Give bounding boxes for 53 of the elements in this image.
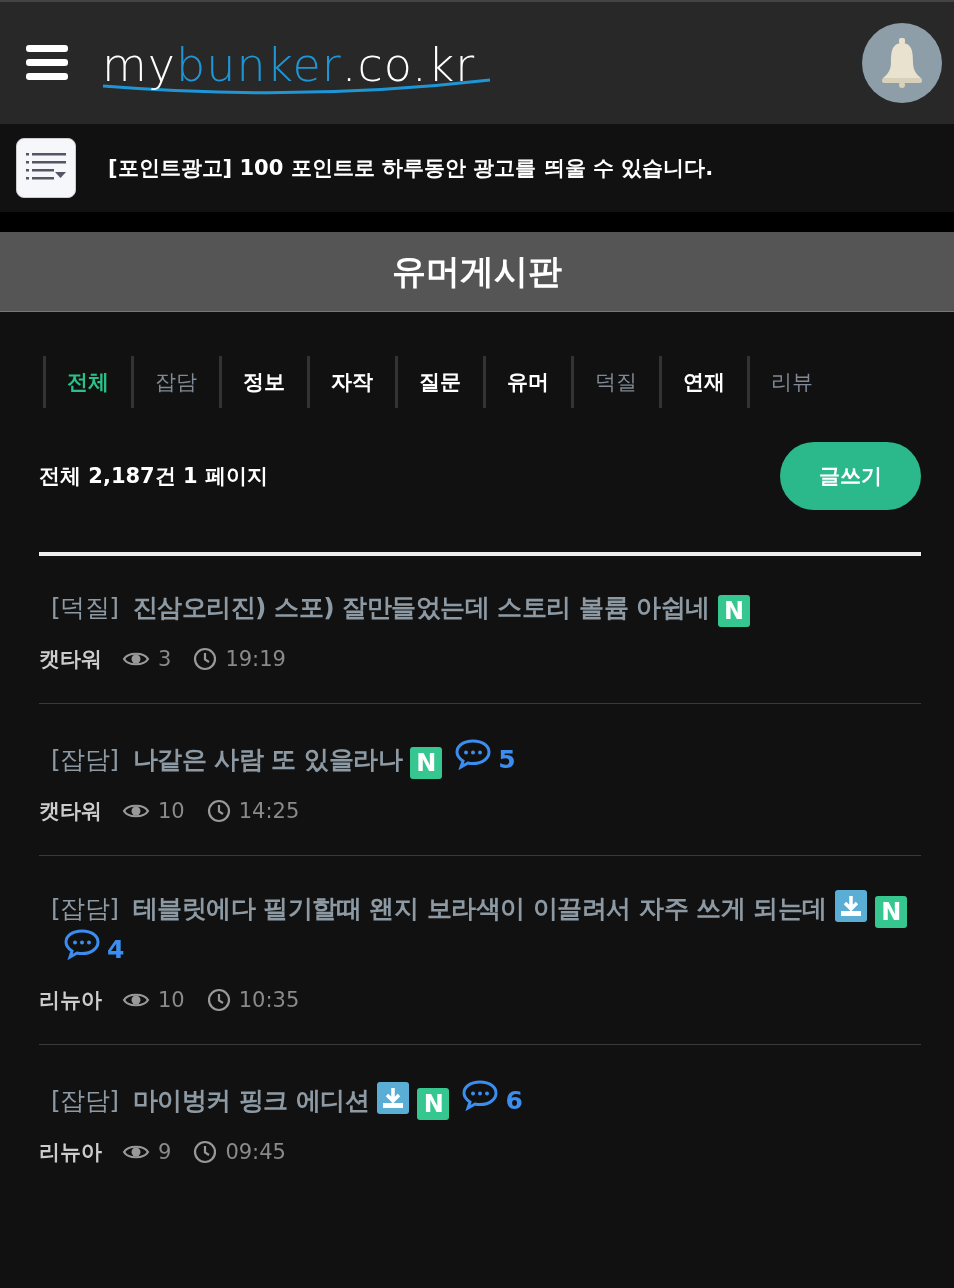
new-badge: N <box>874 896 907 928</box>
post-author: 리뉴아 <box>39 1139 102 1167</box>
clock-icon <box>206 799 231 823</box>
category-tab[interactable]: 전체 <box>43 356 131 408</box>
comment-icon <box>63 928 101 960</box>
comment-icon <box>454 738 493 770</box>
post-category: [잡담] <box>51 745 119 774</box>
category-tab[interactable]: 덕질 <box>571 356 659 408</box>
post-category: [잡담] <box>51 1086 119 1116</box>
category-tab[interactable]: 질문 <box>395 356 483 408</box>
post-time: 14:25 <box>238 799 300 823</box>
list-icon <box>26 153 66 183</box>
category-tab[interactable]: 잡담 <box>131 356 219 408</box>
category-tab[interactable]: 유머 <box>483 356 571 408</box>
menu-icon[interactable] <box>26 45 68 81</box>
category-tab[interactable]: 연재 <box>659 356 747 408</box>
download-icon <box>834 890 867 922</box>
post-author: 캣타워 <box>39 798 102 825</box>
clock-icon <box>206 988 231 1013</box>
board-title: 유머게시판 <box>0 232 954 312</box>
bell-icon <box>880 38 924 88</box>
view-count: 3 <box>158 647 172 671</box>
post-title[interactable]: 마이벙커 핑크 에디션 <box>132 1086 370 1116</box>
new-badge: N <box>717 595 750 627</box>
view-count: 10 <box>158 988 185 1013</box>
logo[interactable]: mybunker.co.kr <box>102 28 492 98</box>
post-title[interactable]: 나같은 사람 또 있을라나 <box>132 745 403 774</box>
post-author: 리뉴아 <box>39 987 102 1015</box>
post-category: [잡담] <box>51 894 119 923</box>
post-time: 09:45 <box>225 1140 286 1165</box>
post-title[interactable]: 테블릿에다 필기할때 왠지 보라색이 이끌려서 자주 쓰게 되는데 <box>132 894 827 923</box>
new-badge: N <box>410 747 443 779</box>
comment-count: 6 <box>505 1086 523 1116</box>
category-tab[interactable]: 자작 <box>307 356 395 408</box>
download-icon <box>377 1082 410 1115</box>
post-time: 19:19 <box>225 647 286 671</box>
post-count: 전체 2,187건 1 페이지 <box>39 463 268 490</box>
category-tab[interactable]: 리뷰 <box>747 356 835 408</box>
clock-icon <box>193 647 218 671</box>
post-author: 캣타워 <box>39 646 102 673</box>
post-category: [덕질] <box>51 593 119 622</box>
new-badge: N <box>417 1088 450 1121</box>
view-count: 9 <box>158 1140 172 1165</box>
view-count: 10 <box>158 799 185 823</box>
clock-icon <box>193 1140 218 1165</box>
comment-icon <box>461 1079 500 1112</box>
post-title[interactable]: 진삼오리진) 스포) 잘만들었는데 스토리 볼륨 아쉽네 <box>132 593 710 622</box>
list-button[interactable] <box>16 138 76 198</box>
notice-text: [포인트광고] 100 포인트로 하루동안 광고를 띄울 수 있습니다. <box>108 155 714 182</box>
comment-count: 5 <box>498 745 516 774</box>
comment-count: 4 <box>107 935 124 964</box>
post-time: 10:35 <box>238 988 300 1013</box>
category-tab[interactable]: 정보 <box>219 356 307 408</box>
